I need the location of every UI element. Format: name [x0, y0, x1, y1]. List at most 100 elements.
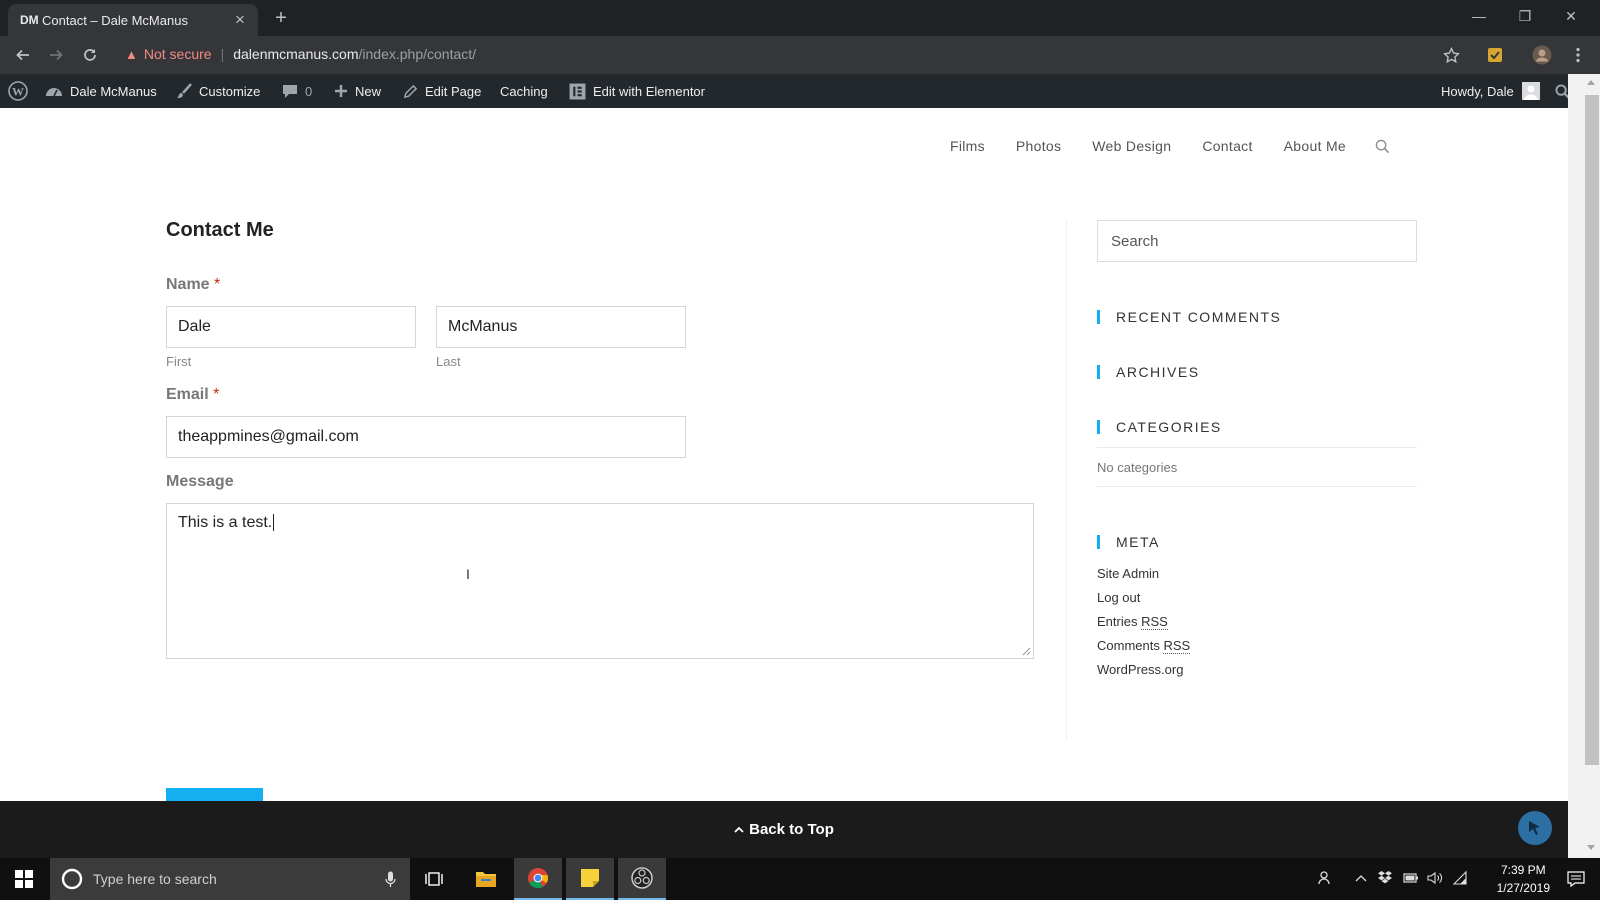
message-textarea[interactable]: This is a test. I: [166, 503, 1034, 659]
meta-link-comments-rss[interactable]: Comments RSS: [1097, 634, 1191, 658]
obs-studio-icon[interactable]: [618, 858, 666, 900]
email-field[interactable]: theappmines@gmail.com: [166, 416, 686, 458]
sticky-notes-icon[interactable]: [566, 858, 614, 900]
howdy-label: Howdy, Dale: [1441, 83, 1514, 99]
sidebar-search-input[interactable]: Search: [1097, 220, 1417, 262]
url-path: /index.php/contact/: [358, 46, 477, 62]
meta-link-wordpress-org[interactable]: WordPress.org: [1097, 658, 1190, 682]
file-explorer-icon[interactable]: [462, 858, 510, 900]
url-text[interactable]: dalenmcmanus.com/index.php/contact/: [233, 46, 476, 62]
windows-start-icon[interactable]: [0, 858, 48, 900]
extension-icon[interactable]: [1483, 43, 1507, 67]
new-label: New: [355, 83, 382, 99]
microphone-icon[interactable]: [385, 871, 396, 888]
edit-page-label: Edit Page: [425, 83, 482, 99]
customize-label: Customize: [199, 83, 261, 99]
meta-link-entries-rss[interactable]: Entries RSS: [1097, 610, 1190, 634]
browser-tab-strip: DM Contact – Dale McManus × + — ❐ ✕: [0, 0, 1600, 36]
scroll-up-arrow-icon[interactable]: [1586, 78, 1596, 86]
adminbar-customize[interactable]: Customize: [176, 74, 260, 108]
adminbar-site-name[interactable]: Dale McManus: [45, 74, 157, 108]
browser-tab[interactable]: DM Contact – Dale McManus ×: [8, 4, 258, 36]
task-view-icon[interactable]: [410, 858, 458, 900]
chrome-taskbar-icon[interactable]: [514, 858, 562, 900]
adminbar-edit-page[interactable]: Edit Page: [403, 74, 481, 108]
tab-title: Contact – Dale McManus: [42, 12, 188, 28]
warning-triangle-icon: ▲: [125, 46, 138, 62]
clock-time: 7:39 PM: [1500, 863, 1546, 877]
people-icon[interactable]: [1318, 870, 1334, 886]
user-avatar-icon: [1521, 82, 1540, 100]
comment-bubble-icon: [282, 83, 298, 99]
chevron-up-icon[interactable]: [1355, 870, 1367, 886]
meta-link-log-out[interactable]: Log out: [1097, 586, 1190, 610]
resize-handle-icon[interactable]: [1022, 647, 1031, 656]
back-to-top-link[interactable]: Back to Top: [734, 821, 834, 838]
restore-window-button[interactable]: ❐: [1502, 4, 1548, 28]
comments-count: 0: [305, 83, 313, 99]
contact-form-area: Contact Me Name * Dale First McManus Las…: [166, 219, 1034, 830]
reload-icon[interactable]: [78, 43, 102, 67]
elementor-icon: [569, 83, 586, 100]
adminbar-new[interactable]: New: [334, 74, 381, 108]
cortana-circle-icon: [61, 868, 83, 890]
last-name-sublabel: Last: [436, 354, 461, 369]
nav-item-films[interactable]: Films: [950, 138, 985, 154]
comments-label: Comments: [1097, 638, 1160, 653]
nav-item-web-design[interactable]: Web Design: [1092, 138, 1171, 154]
clock-date: 1/27/2019: [1496, 881, 1550, 895]
back-arrow-icon[interactable]: [11, 43, 35, 67]
plus-icon: [334, 84, 348, 98]
first-name-input[interactable]: Dale: [166, 306, 416, 348]
chevron-up-icon: [734, 826, 744, 833]
back-to-top-label: Back to Top: [749, 821, 834, 838]
url-separator: |: [220, 46, 225, 62]
nav-item-contact[interactable]: Contact: [1202, 138, 1252, 154]
entries-label: Entries: [1097, 614, 1138, 629]
nav-search-icon[interactable]: [1375, 138, 1390, 154]
text-cursor-icon: I: [466, 566, 470, 582]
meta-links: Site Admin Log out Entries RSS Comments …: [1097, 562, 1191, 682]
security-status[interactable]: Not secure: [144, 46, 212, 62]
nav-item-about-me[interactable]: About Me: [1284, 138, 1346, 154]
new-tab-button[interactable]: +: [270, 7, 292, 29]
browser-menu-icon[interactable]: [1566, 43, 1590, 67]
nav-item-photos[interactable]: Photos: [1016, 138, 1061, 154]
dropbox-icon[interactable]: [1378, 870, 1392, 884]
sidebar-divider: [1066, 220, 1067, 740]
scroll-down-arrow-icon[interactable]: [1586, 844, 1596, 852]
system-clock[interactable]: 7:39 PM 1/27/2019: [1497, 861, 1550, 897]
paintbrush-icon: [176, 83, 192, 99]
adminbar-elementor[interactable]: Edit with Elementor: [569, 74, 705, 108]
battery-icon[interactable]: [1403, 870, 1419, 886]
last-name-input[interactable]: McManus: [436, 306, 686, 348]
adminbar-account[interactable]: Howdy, Dale: [1441, 74, 1540, 108]
close-window-button[interactable]: ✕: [1548, 4, 1594, 28]
close-tab-icon[interactable]: ×: [232, 10, 248, 30]
adminbar-caching[interactable]: Caching: [500, 74, 548, 108]
forward-arrow-icon[interactable]: [44, 43, 68, 67]
no-categories-text: No categories: [1097, 447, 1417, 487]
address-bar[interactable]: ▲ Not secure | dalenmcmanus.com/index.ph…: [114, 41, 1484, 67]
rss-abbr: RSS: [1163, 638, 1191, 654]
adminbar-comments[interactable]: 0: [282, 74, 312, 108]
required-mark: *: [214, 276, 221, 293]
meta-link-site-admin[interactable]: Site Admin: [1097, 562, 1190, 586]
scrollbar-thumb[interactable]: [1585, 95, 1599, 765]
name-label-text: Name: [166, 276, 210, 293]
taskbar-search-box[interactable]: Type here to search: [50, 858, 410, 900]
site-name-label: Dale McManus: [70, 83, 157, 99]
rss-abbr: RSS: [1141, 614, 1168, 630]
volume-icon[interactable]: [1427, 870, 1443, 886]
action-center-icon[interactable]: [1552, 858, 1600, 900]
required-mark: *: [213, 386, 220, 403]
message-label: Message: [166, 473, 234, 490]
minimize-window-button[interactable]: —: [1456, 4, 1502, 28]
floating-badge-icon[interactable]: [1518, 811, 1552, 845]
profile-avatar-icon[interactable]: [1530, 43, 1554, 67]
wifi-icon[interactable]: [1452, 870, 1468, 886]
wordpress-logo-icon[interactable]: W: [8, 74, 28, 108]
archives-heading: ARCHIVES: [1097, 365, 1200, 379]
taskbar-search-placeholder: Type here to search: [93, 871, 217, 887]
pencil-icon: [403, 84, 418, 99]
